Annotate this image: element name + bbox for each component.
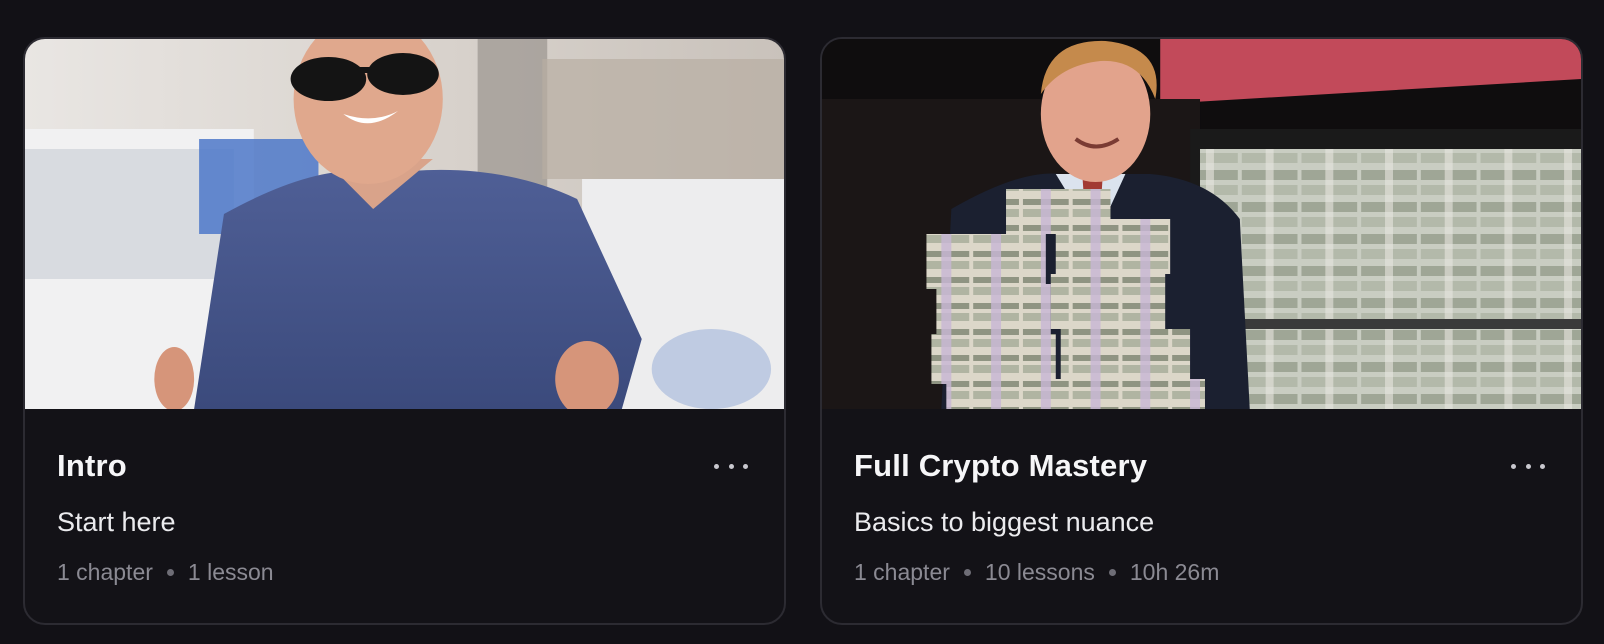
meta-duration: 10h 26m xyxy=(1129,558,1220,585)
dot xyxy=(743,463,748,469)
course-thumbnail[interactable] xyxy=(822,39,1581,409)
separator-dot xyxy=(1108,568,1116,576)
dot xyxy=(1540,463,1545,469)
course-description: Basics to biggest nuance xyxy=(854,507,1155,538)
course-card-body: Intro Start here 1 chapter 1 lesson xyxy=(25,409,784,586)
meta-chapters: 1 chapter xyxy=(854,558,950,585)
course-card-intro[interactable]: Intro Start here 1 chapter 1 lesson xyxy=(23,37,786,625)
dot xyxy=(1525,463,1531,469)
meta-lessons: 1 lesson xyxy=(187,558,274,585)
course-thumbnail[interactable] xyxy=(25,39,784,409)
course-meta: 1 chapter 10 lessons 10h 26m xyxy=(854,559,1549,587)
more-options-icon[interactable] xyxy=(1511,455,1545,477)
course-meta: 1 chapter 1 lesson xyxy=(57,559,752,587)
course-thumbnail-image xyxy=(822,39,1581,409)
meta-chapters: 1 chapter xyxy=(57,558,153,585)
dot xyxy=(714,463,719,469)
course-description: Start here xyxy=(57,507,176,538)
more-options-icon[interactable] xyxy=(714,455,748,477)
meta-lessons: 10 lessons xyxy=(984,558,1095,585)
separator-dot xyxy=(963,568,971,576)
course-thumbnail-image xyxy=(25,39,784,409)
course-grid: Intro Start here 1 chapter 1 lesson Full… xyxy=(23,37,1583,625)
course-title: Intro xyxy=(57,448,127,483)
course-card-full-crypto-mastery[interactable]: Full Crypto Mastery Basics to biggest nu… xyxy=(820,37,1583,625)
dot xyxy=(728,463,734,469)
dot xyxy=(1511,463,1516,469)
course-title: Full Crypto Mastery xyxy=(854,448,1148,483)
course-card-body: Full Crypto Mastery Basics to biggest nu… xyxy=(822,409,1581,586)
separator-dot xyxy=(166,568,174,576)
